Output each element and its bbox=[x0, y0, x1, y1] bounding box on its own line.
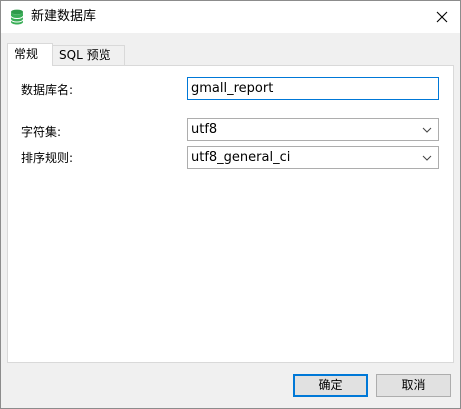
chevron-down-icon bbox=[422, 155, 432, 161]
charset-label: 字符集: bbox=[21, 125, 62, 139]
new-database-dialog: 新建数据库 常规 SQL 预览 数据库名: gmall_report 字符集: … bbox=[0, 0, 461, 409]
chevron-down-icon bbox=[422, 127, 432, 133]
db-name-label: 数据库名: bbox=[21, 83, 74, 97]
db-name-input[interactable]: gmall_report bbox=[187, 77, 439, 100]
general-panel: 数据库名: gmall_report 字符集: utf8 排序规则: utf8_… bbox=[7, 65, 454, 363]
charset-select[interactable]: utf8 bbox=[187, 118, 439, 141]
collation-value: utf8_general_ci bbox=[191, 150, 291, 165]
collation-label: 排序规则: bbox=[21, 151, 74, 165]
tab-general[interactable]: 常规 bbox=[7, 43, 53, 66]
collation-select[interactable]: utf8_general_ci bbox=[187, 146, 439, 169]
close-icon bbox=[436, 11, 448, 23]
charset-value: utf8 bbox=[191, 122, 218, 137]
close-button[interactable] bbox=[430, 5, 454, 29]
cancel-button[interactable]: 取消 bbox=[376, 374, 451, 397]
tab-sql-preview[interactable]: SQL 预览 bbox=[53, 45, 125, 65]
title-bar[interactable]: 新建数据库 bbox=[1, 1, 460, 33]
ok-button[interactable]: 确定 bbox=[293, 374, 368, 397]
window-title: 新建数据库 bbox=[31, 9, 97, 24]
database-icon bbox=[10, 9, 24, 25]
